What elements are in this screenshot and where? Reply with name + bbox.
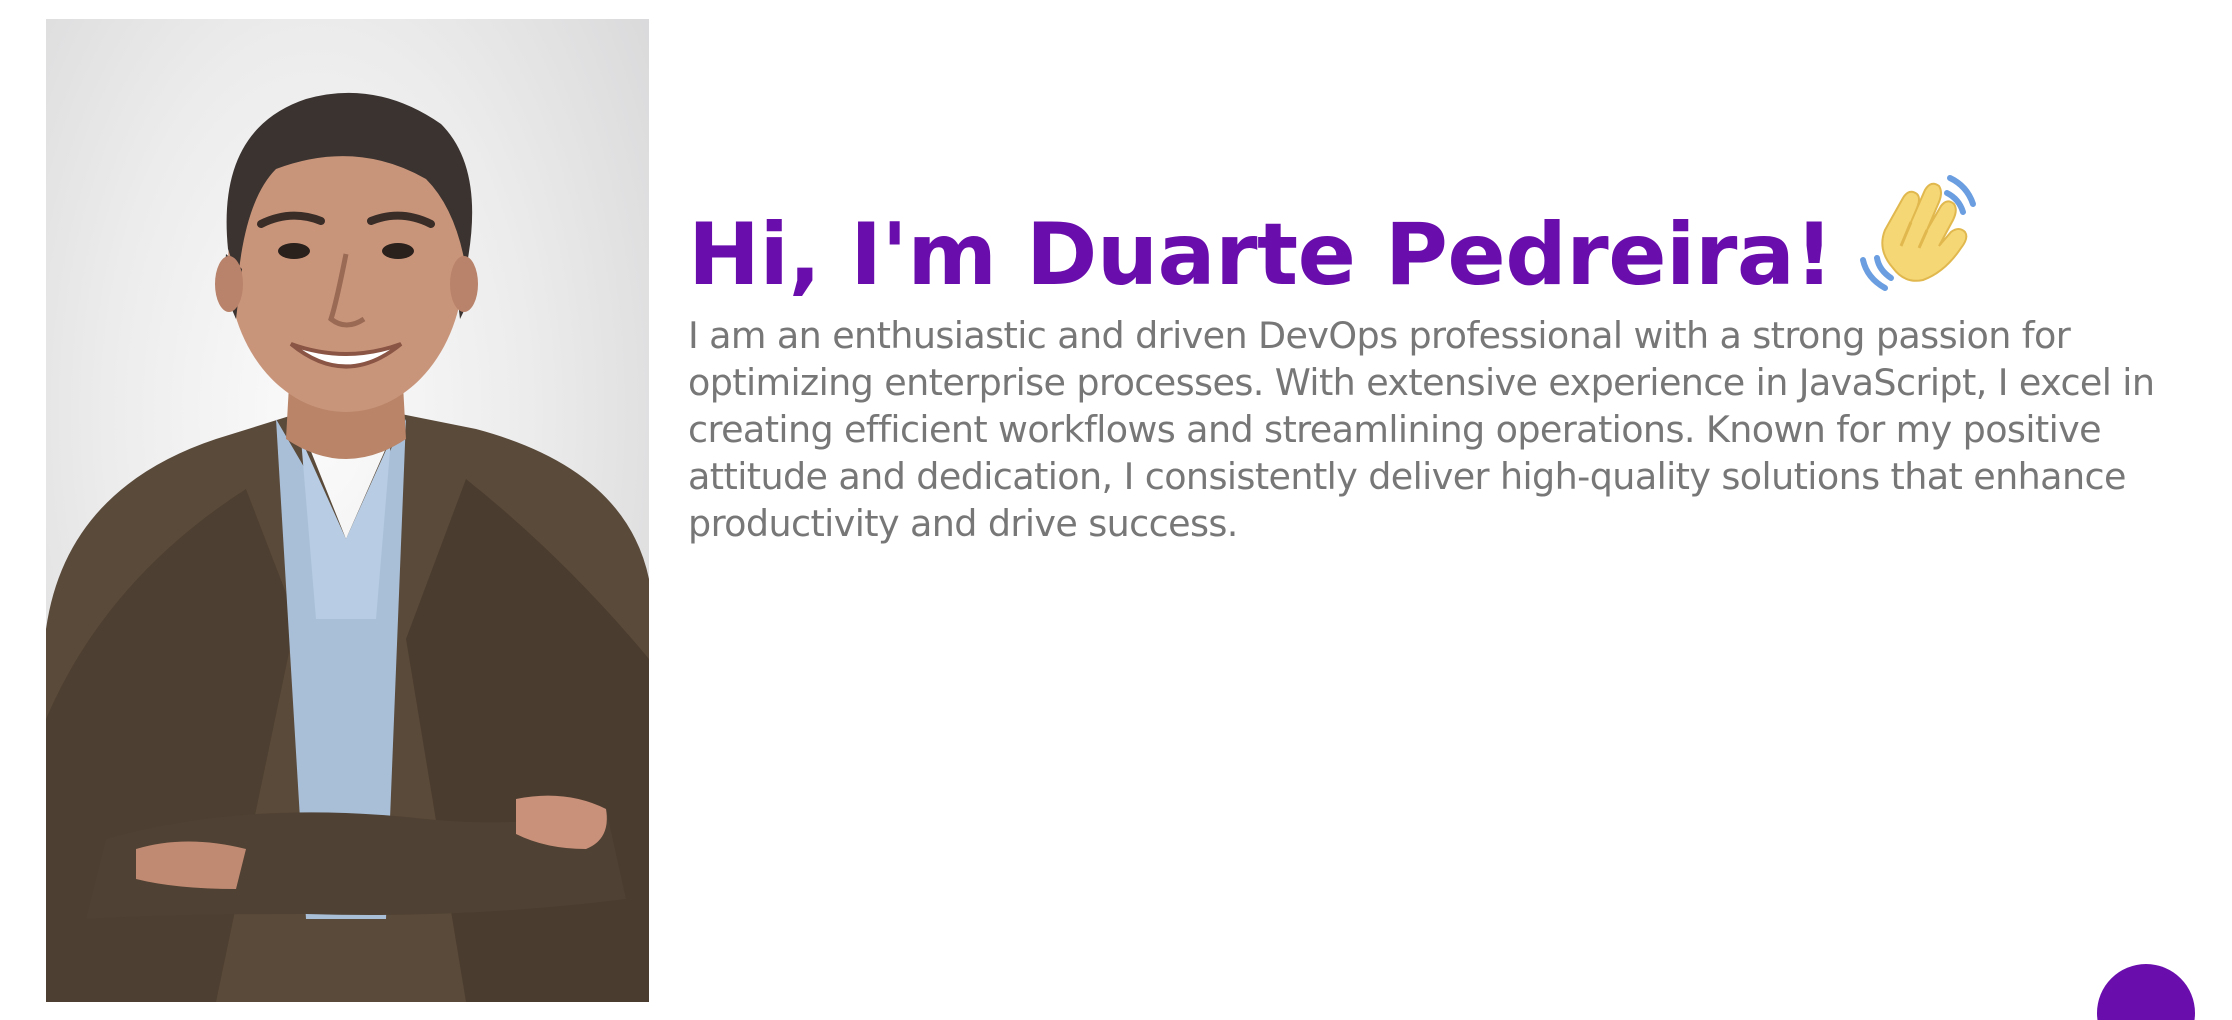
greeting-row: Hi, I'm Duarte Pedreira! <box>688 150 2208 298</box>
waving-hand-icon <box>1855 168 1985 298</box>
about-page: Hi, I'm Duarte Pedreira! I am an enthusi… <box>0 0 2232 1020</box>
floating-action-button[interactable] <box>2097 964 2195 1020</box>
intro-section: Hi, I'm Duarte Pedreira! I am an enthusi… <box>688 150 2208 547</box>
profile-photo <box>46 19 649 1002</box>
bio-paragraph: I am an enthusiastic and driven DevOps p… <box>688 314 2155 545</box>
page-title: Hi, I'm Duarte Pedreira! <box>688 205 1834 305</box>
